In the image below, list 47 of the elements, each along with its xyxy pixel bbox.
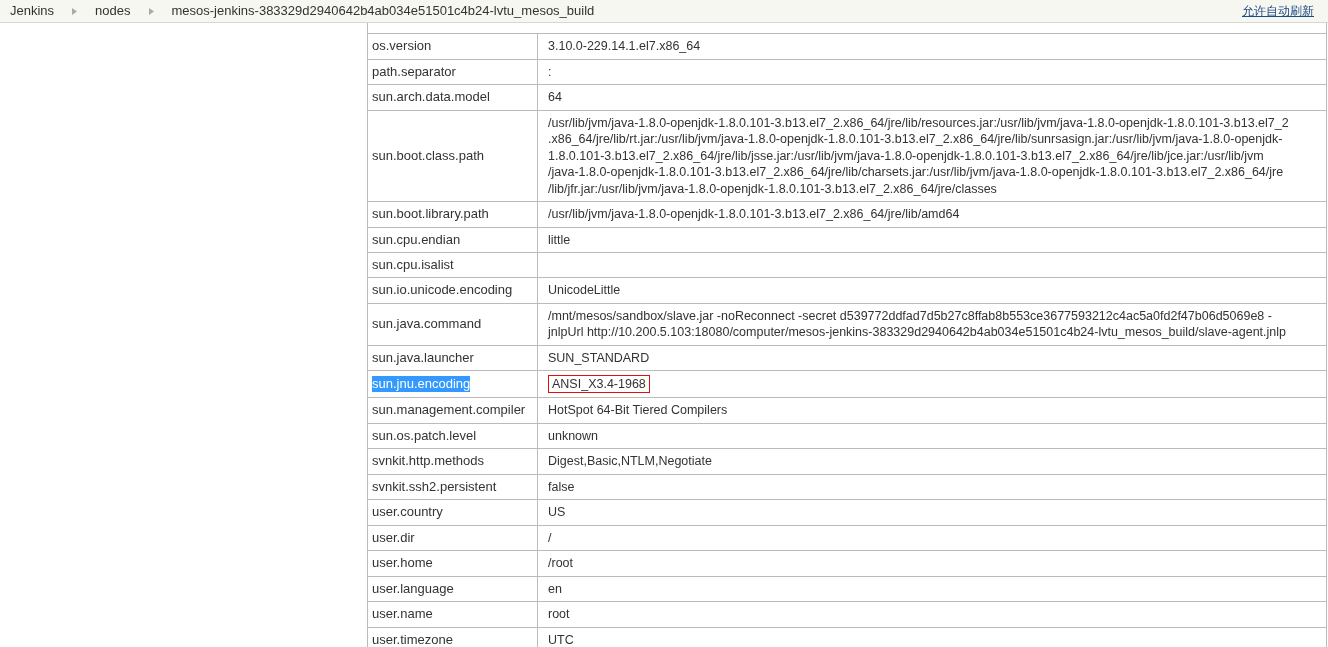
property-name: user.country <box>372 504 443 521</box>
property-name: sun.cpu.endian <box>372 231 461 248</box>
chevron-right-icon <box>148 7 154 15</box>
property-name: sun.management.compiler <box>372 402 526 419</box>
property-value: /mnt/mesos/sandbox/slave.jar -noReconnect -secret d539772ddfad7d5b27c8ffab8b553ce3677593212c4ac5a0fd2f47b06d5069e8 - jnlpUrl http://10.200.5.103:18080/computer/mesos-jenkins-383329d2940642b4ab034e51501c4b24-lvtu_mesos_build/slave-agent.jnlp <box>548 307 1287 341</box>
property-value: UTC <box>548 631 574 647</box>
property-name: sun.cpu.isalist <box>372 257 454 273</box>
property-value: en <box>548 580 562 597</box>
property-name: user.dir <box>372 529 415 546</box>
property-name: sun.java.launcher <box>372 349 474 366</box>
property-name: sun.arch.data.model <box>372 89 490 106</box>
property-name: os.version <box>372 38 432 55</box>
property-name: sun.java.command <box>372 316 482 332</box>
property-value: UnicodeLittle <box>548 282 621 299</box>
property-name: svnkit.http.methods <box>372 453 484 470</box>
property-name: user.home <box>372 555 433 572</box>
property-name: user.language <box>372 580 454 597</box>
property-value: false <box>548 478 575 495</box>
property-value: Digest,Basic,NTLM,Negotiate <box>548 453 712 470</box>
property-name: user.name <box>372 606 433 623</box>
property-name: sun.os.patch.level <box>372 427 477 444</box>
property-value: ANSI_X3.4-1968 <box>548 375 650 393</box>
property-value: little <box>548 231 571 248</box>
property-value: 3.10.0-229.14.1.el7.x86_64 <box>548 38 701 55</box>
breadcrumb-link[interactable]: nodes <box>95 1 131 21</box>
property-name: sun.boot.library.path <box>372 206 489 223</box>
property-value: : <box>548 63 552 80</box>
property-value: / <box>548 529 552 546</box>
property-value: root <box>548 606 570 623</box>
property-value: HotSpot 64-Bit Tiered Compilers <box>548 402 728 419</box>
auto-refresh-link[interactable]: 允许自动刷新 <box>1242 2 1314 20</box>
property-value: 64 <box>548 89 562 106</box>
property-value: unknown <box>548 427 599 444</box>
property-value: SUN_STANDARD <box>548 349 650 366</box>
property-name: sun.boot.class.path <box>372 147 485 164</box>
breadcrumb-link[interactable]: mesos-jenkins-383329d2940642b4ab034e51501c4b24-lvtu_mesos_build <box>171 1 595 21</box>
property-name: path.separator <box>372 63 456 80</box>
property-value: /usr/lib/jvm/java-1.8.0-openjdk-1.8.0.101-3.b13.el7_2.x86_64/jre/lib/resources.jar:/usr/lib/jvm/java-1.8.0-openjdk-1.8.0.101-3.b13.el7_2 .x86_64/jre/lib/rt.jar:/usr/lib/jvm/java-1.8.0-openjdk-1.8.0.101-3.b13.el7_2.x86_64/jre/lib/sunrsasign.jar:/usr/lib/jvm/java-1.8.0-openjdk- 1.8.0.101-3.b13.el7_2.x86_64/jre/lib/jsse.jar:/usr/lib/jvm/java-1.8.0-openjdk-1.8.0.101-3.b13.el7_2.x86_64/jre/lib/jce.jar:/usr/lib/jvm /java-1.8.0-openjdk-1.8.0.101-3.b13.el7_2.x86_64/jre/lib/charsets.jar:/usr/lib/jvm/java-1.8.0-openjdk-1.8.0.101-3.b13.el7_2.x86_64/jre /lib/jfr.jar:/usr/lib/jvm/java-1.8.0-openjdk-1.8.0.101-3.b13.el7_2.x86_64/jre/classes <box>548 114 1289 197</box>
property-name: sun.jnu.encoding <box>372 376 471 392</box>
property-name: svnkit.ssh2.persistent <box>372 478 497 495</box>
property-value: US <box>548 504 566 521</box>
property-value: /usr/lib/jvm/java-1.8.0-openjdk-1.8.0.101-3.b13.el7_2.x86_64/jre/lib/amd64 <box>548 206 960 223</box>
property-name: user.timezone <box>372 631 453 647</box>
chevron-right-icon <box>72 7 78 15</box>
breadcrumb-link[interactable]: Jenkins <box>10 1 55 21</box>
property-value: /root <box>548 555 573 572</box>
property-name: sun.io.unicode.encoding <box>372 282 513 299</box>
